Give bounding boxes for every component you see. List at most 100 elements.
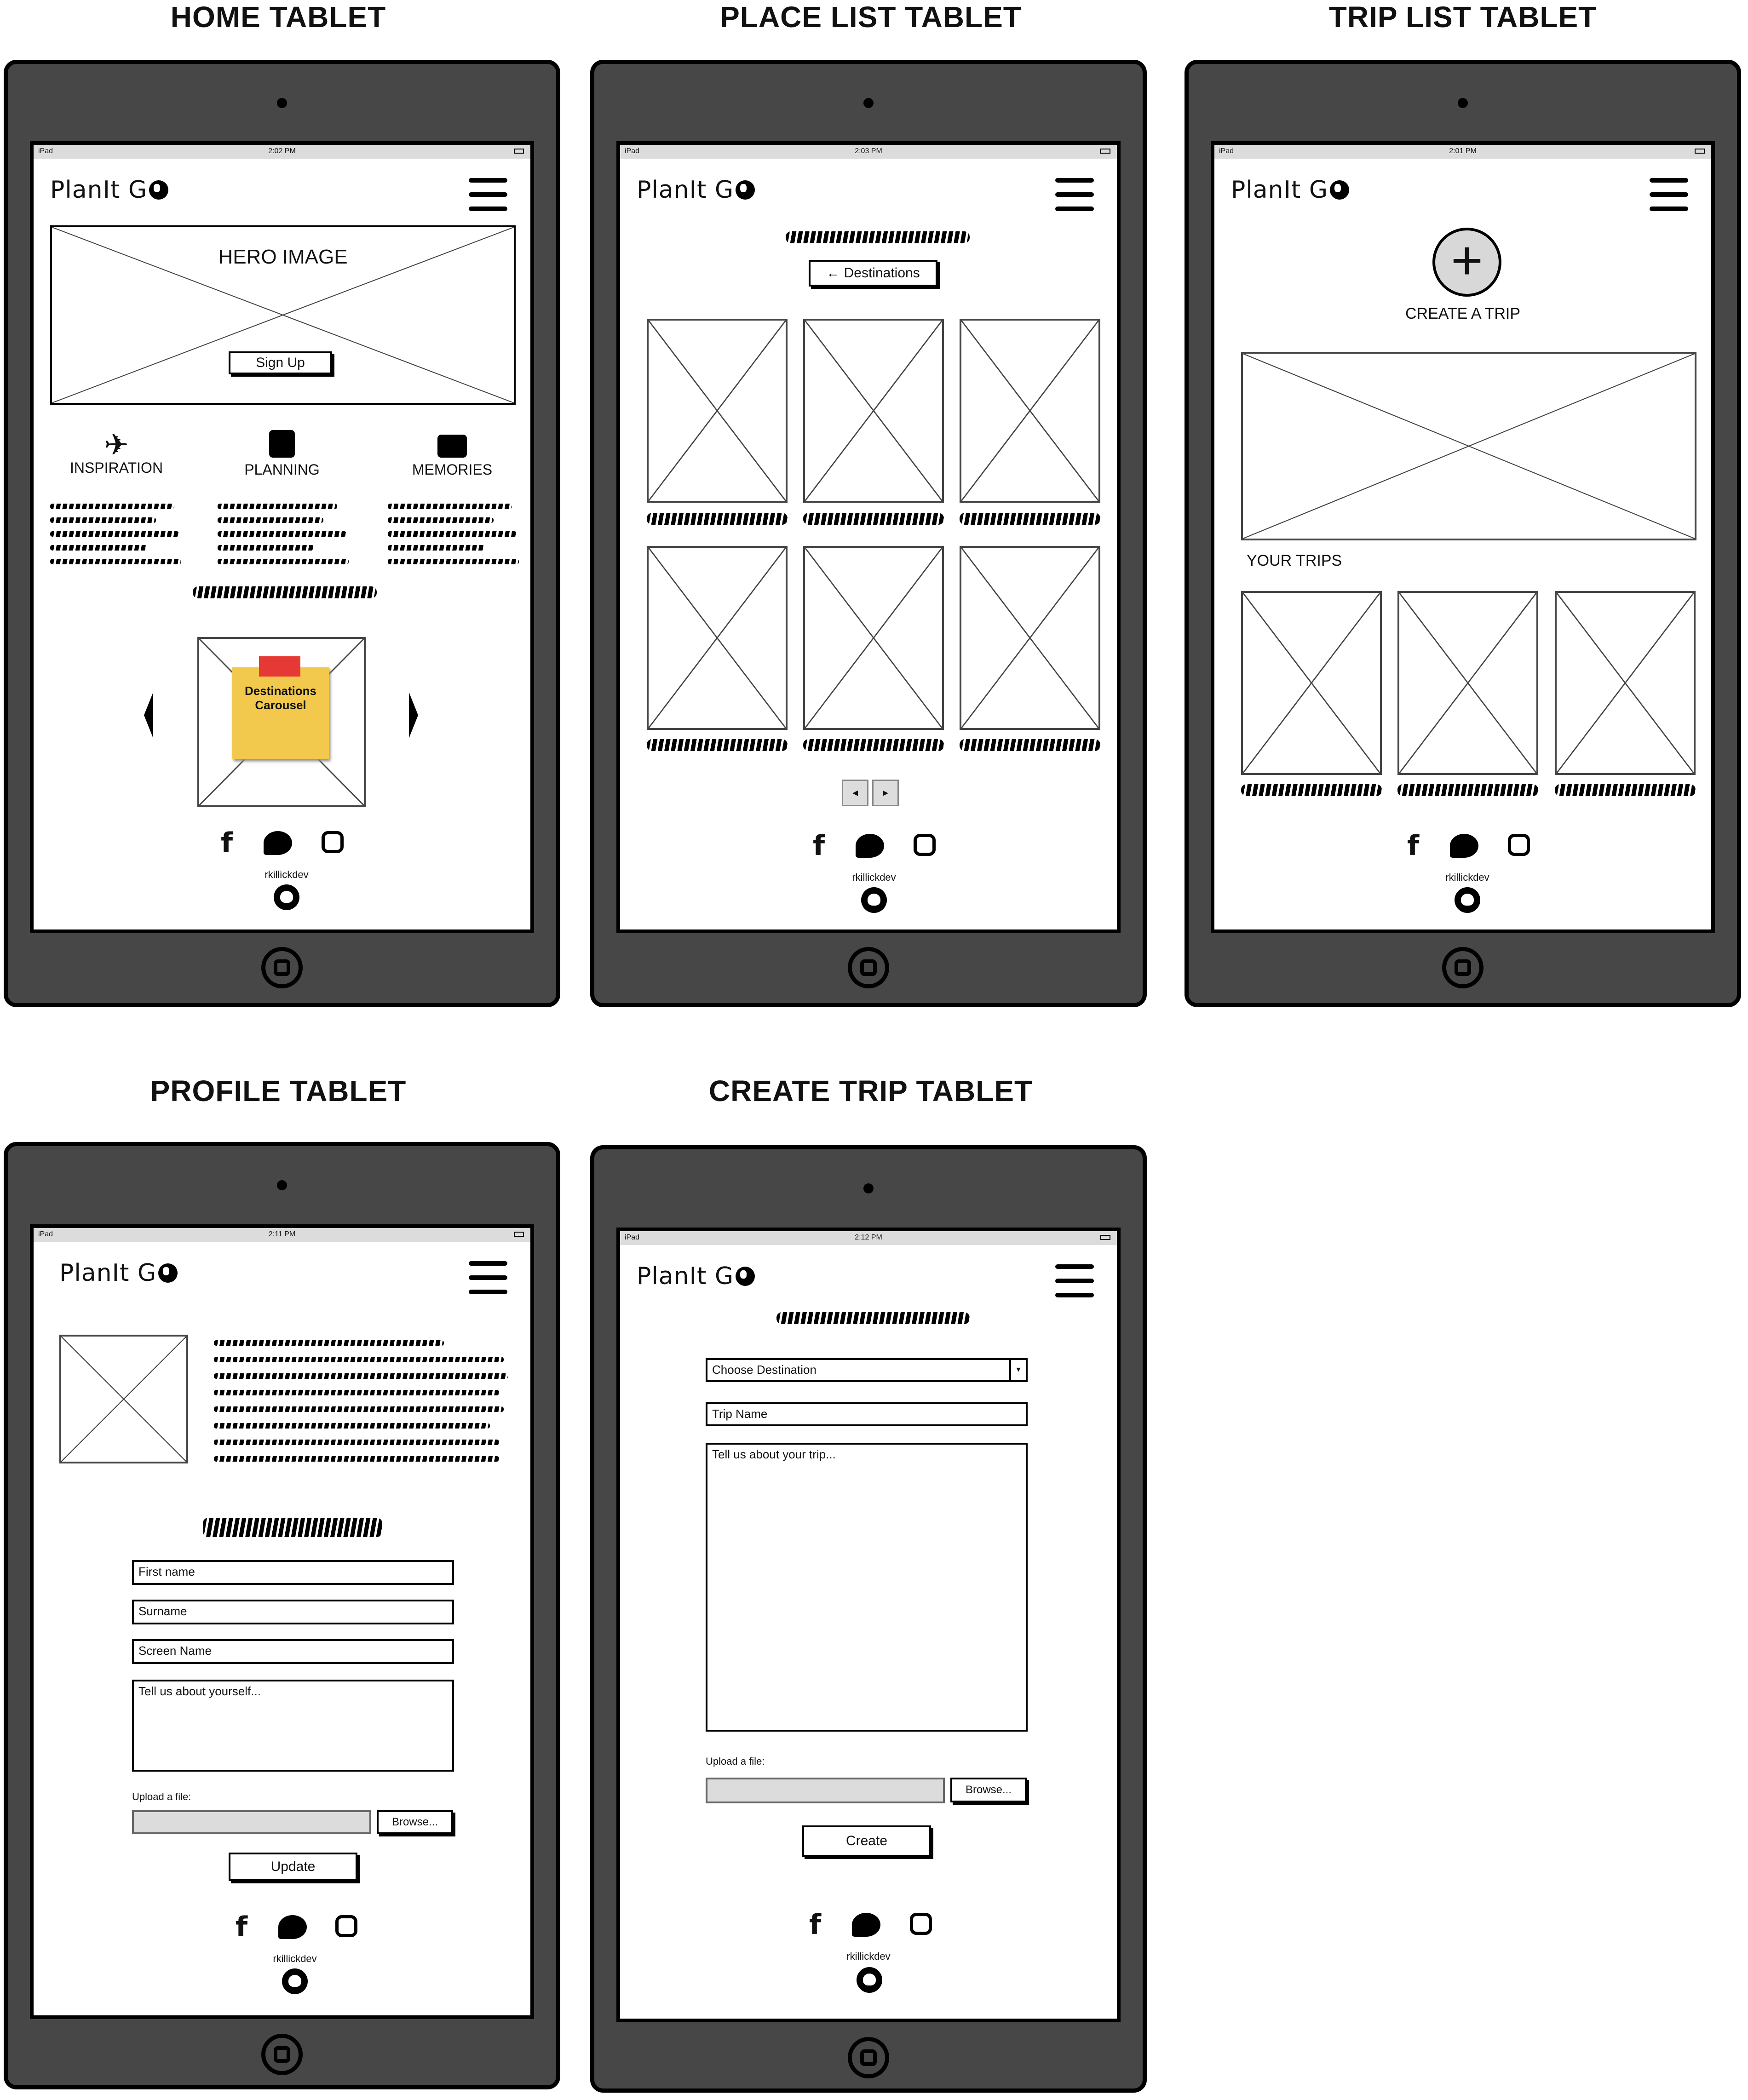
twitter-icon[interactable]: [278, 1915, 307, 1939]
carousel-heading: [193, 586, 377, 598]
home-button[interactable]: [1442, 947, 1484, 988]
trip-card[interactable]: [1555, 591, 1696, 775]
logo-text: PlanIt G: [59, 1259, 157, 1287]
pagination-prev-button[interactable]: ◂: [842, 780, 868, 806]
camera: [277, 1180, 287, 1190]
screen-name-field[interactable]: Screen Name: [132, 1639, 454, 1664]
instagram-icon[interactable]: [914, 834, 936, 856]
instagram-icon[interactable]: [335, 1915, 357, 1937]
twitter-icon[interactable]: [856, 834, 884, 858]
logo-text: PlanIt G: [637, 176, 734, 204]
home-button[interactable]: [848, 947, 889, 988]
first-name-field[interactable]: First name: [132, 1560, 454, 1585]
twitter-icon[interactable]: [1450, 834, 1478, 858]
github-icon[interactable]: [1455, 887, 1480, 913]
github-icon[interactable]: [857, 1967, 882, 1993]
browse-button[interactable]: Browse...: [377, 1810, 453, 1834]
facebook-icon[interactable]: f: [810, 832, 828, 860]
logo[interactable]: PlanIt G: [59, 1259, 178, 1287]
back-to-destinations-button[interactable]: ← Destinations: [809, 260, 937, 287]
feature-inspiration: ✈ INSPIRATION: [47, 430, 185, 476]
chevron-down-icon: ▾: [1009, 1360, 1026, 1380]
place-title: [647, 513, 788, 525]
surname-field[interactable]: Surname: [132, 1600, 454, 1624]
place-card[interactable]: [960, 546, 1100, 730]
logo[interactable]: PlanIt G: [50, 176, 169, 204]
github-icon[interactable]: [861, 887, 887, 913]
file-path-field[interactable]: [132, 1810, 371, 1834]
place-card[interactable]: [960, 319, 1100, 503]
update-button[interactable]: Update: [229, 1853, 357, 1881]
your-trips-heading: YOUR TRIPS: [1247, 552, 1342, 569]
instagram-icon[interactable]: [322, 831, 344, 853]
destination-select[interactable]: Choose Destination ▾: [706, 1358, 1028, 1382]
menu-icon[interactable]: [1055, 1264, 1094, 1297]
clock: 2:12 PM: [855, 1234, 882, 1241]
facebook-icon[interactable]: f: [806, 1911, 824, 1939]
social-handle: rkillickdev: [264, 869, 309, 880]
feature-label: MEMORIES: [412, 461, 493, 478]
logo[interactable]: PlanIt G: [637, 176, 755, 204]
social-handle: rkillickdev: [852, 872, 896, 883]
place-card[interactable]: [803, 546, 944, 730]
home-button[interactable]: [848, 2037, 889, 2078]
upload-label: Upload a file:: [132, 1791, 191, 1802]
twitter-icon[interactable]: [852, 1913, 880, 1937]
battery-icon: [1100, 1235, 1110, 1240]
about-yourself-textarea[interactable]: Tell us about yourself...: [132, 1680, 454, 1772]
trip-title: [1397, 784, 1538, 796]
file-path-field[interactable]: [706, 1778, 945, 1803]
carousel-prev-icon[interactable]: [144, 692, 153, 738]
trip-title: [1241, 784, 1382, 796]
place-card[interactable]: [647, 546, 788, 730]
trip-name-field[interactable]: Trip Name: [706, 1402, 1028, 1426]
instagram-icon[interactable]: [910, 1913, 932, 1935]
facebook-icon[interactable]: f: [1404, 832, 1422, 860]
hero-image: HERO IMAGE Sign Up: [50, 225, 516, 405]
trip-card[interactable]: [1397, 591, 1538, 775]
globe-icon: [158, 1263, 178, 1283]
twitter-icon[interactable]: [264, 831, 292, 855]
place-list-screen: iPad 2:03 PM PlanIt G ← Destinations ◂ ▸…: [616, 141, 1121, 933]
instagram-icon[interactable]: [1508, 834, 1530, 856]
status-bar: iPad 2:03 PM: [620, 145, 1117, 159]
page-heading: [786, 231, 970, 243]
facebook-icon[interactable]: f: [218, 829, 236, 857]
upload-label: Upload a file:: [706, 1756, 765, 1767]
pagination-next-button[interactable]: ▸: [872, 780, 899, 806]
sign-up-button[interactable]: Sign Up: [229, 351, 332, 374]
trip-card[interactable]: [1241, 591, 1382, 775]
carousel-sticky-note: Destinations Carousel: [232, 667, 329, 759]
about-trip-textarea[interactable]: Tell us about your trip...: [706, 1443, 1028, 1732]
tape: [259, 656, 300, 677]
menu-icon[interactable]: [469, 178, 507, 211]
menu-icon[interactable]: [1650, 178, 1688, 211]
globe-icon: [149, 180, 169, 200]
place-card[interactable]: [803, 319, 944, 503]
home-button[interactable]: [261, 947, 303, 988]
checklist-icon: [269, 430, 295, 458]
home-tablet: iPad 2:02 PM PlanIt G HERO IMAGE Sign Up…: [4, 60, 560, 1007]
home-button[interactable]: [261, 2034, 303, 2075]
status-bar: iPad 2:12 PM: [620, 1231, 1117, 1245]
carousel-next-icon[interactable]: [409, 692, 418, 738]
status-bar: iPad 2:11 PM: [34, 1228, 530, 1242]
home-screen: iPad 2:02 PM PlanIt G HERO IMAGE Sign Up…: [30, 141, 534, 933]
github-icon[interactable]: [274, 884, 299, 910]
home-tablet-title: HOME TABLET: [170, 0, 386, 34]
create-button[interactable]: Create: [802, 1825, 931, 1857]
github-icon[interactable]: [282, 1968, 308, 1994]
logo[interactable]: PlanIt G: [1231, 176, 1350, 204]
featured-trip-image: [1241, 352, 1696, 540]
place-title: [803, 739, 944, 751]
menu-icon[interactable]: [1055, 178, 1094, 211]
battery-icon: [514, 149, 524, 154]
battery-icon: [1695, 149, 1705, 154]
logo[interactable]: PlanIt G: [637, 1262, 755, 1290]
facebook-icon[interactable]: f: [232, 1913, 251, 1941]
menu-icon[interactable]: [469, 1261, 507, 1294]
clock: 2:02 PM: [268, 147, 296, 155]
place-card[interactable]: [647, 319, 788, 503]
browse-button[interactable]: Browse...: [950, 1778, 1027, 1802]
create-trip-button[interactable]: +: [1432, 228, 1501, 297]
